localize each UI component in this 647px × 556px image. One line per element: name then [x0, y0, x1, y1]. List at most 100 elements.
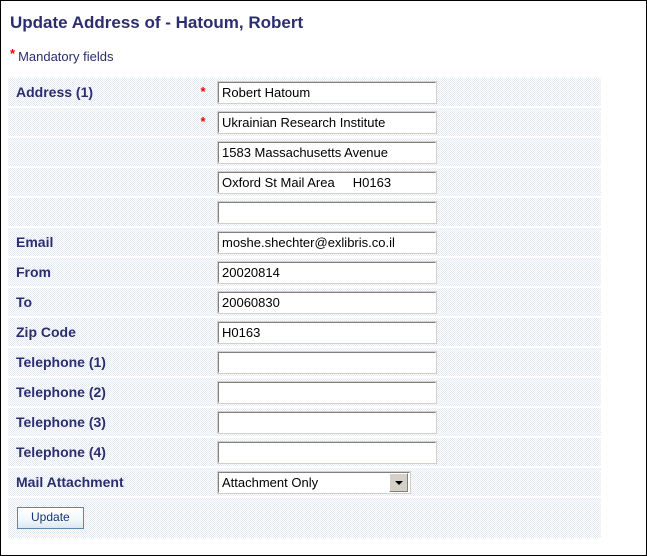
text-input[interactable]: H0163	[217, 320, 437, 344]
form-row: Telephone (3)	[8, 408, 601, 436]
form-row: Telephone (4)	[8, 438, 601, 466]
form-row: Mail Attachment Attachment Only	[8, 468, 601, 496]
row-filler	[436, 258, 601, 286]
required-marker-cell	[192, 288, 214, 316]
row-filler	[436, 78, 601, 106]
row-filler	[436, 228, 601, 256]
text-input[interactable]: moshe.shechter@exlibris.co.il	[217, 230, 437, 254]
field-label: Telephone (3)	[8, 408, 192, 436]
row-filler	[436, 408, 601, 436]
form-row: * Ukrainian Research Institute	[8, 108, 601, 136]
field-control-cell: Oxford St Mail Area H0163	[214, 168, 437, 196]
required-marker-cell	[192, 318, 214, 346]
required-marker-cell	[192, 138, 214, 166]
text-input[interactable]: 1583 Massachusetts Avenue	[217, 140, 437, 164]
field-label: To	[8, 288, 192, 316]
page-frame: Update Address of - Hatoum, Robert * Mand…	[0, 0, 647, 556]
form-row: Email moshe.shechter@exlibris.co.il	[8, 228, 601, 256]
text-input[interactable]	[217, 440, 437, 464]
row-filler	[436, 468, 601, 496]
field-control-cell: Ukrainian Research Institute	[214, 108, 437, 136]
field-control-cell: Robert Hatoum	[214, 78, 437, 106]
field-label: Address (1)	[8, 78, 192, 106]
mail-attachment-select[interactable]: Attachment Only	[217, 470, 411, 494]
required-marker-cell	[192, 408, 214, 436]
update-button[interactable]: Update	[17, 507, 84, 529]
field-control-cell: moshe.shechter@exlibris.co.il	[214, 228, 437, 256]
required-marker-cell	[192, 348, 214, 376]
field-control-cell	[214, 408, 437, 436]
field-label-empty	[8, 138, 192, 166]
required-marker-cell	[192, 228, 214, 256]
form-row: 1583 Massachusetts Avenue	[8, 138, 601, 166]
field-label-empty	[8, 198, 192, 226]
form-row: Zip Code H0163	[8, 318, 601, 346]
mandatory-fields-note: * Mandatory fields	[10, 46, 646, 64]
page-title: Update Address of - Hatoum, Robert	[10, 13, 304, 32]
form-row: Telephone (1)	[8, 348, 601, 376]
row-filler	[436, 198, 601, 226]
field-label: Telephone (4)	[8, 438, 192, 466]
field-control-cell	[214, 198, 437, 226]
field-control-cell	[214, 438, 437, 466]
form-row: To 20060830	[8, 288, 601, 316]
text-input[interactable]: Oxford St Mail Area H0163	[217, 170, 437, 194]
required-marker-cell	[192, 198, 214, 226]
chevron-down-icon[interactable]	[389, 473, 408, 492]
field-control-cell	[214, 378, 437, 406]
field-control-cell	[214, 348, 437, 376]
form-footer-row: Update	[8, 498, 601, 538]
text-input[interactable]	[217, 350, 437, 374]
text-input[interactable]: Robert Hatoum	[217, 80, 437, 104]
form-row: Telephone (2)	[8, 378, 601, 406]
row-filler	[436, 168, 601, 196]
text-input[interactable]: 20020814	[217, 260, 437, 284]
text-input[interactable]: Ukrainian Research Institute	[217, 110, 437, 134]
mandatory-asterisk-icon: *	[10, 46, 16, 61]
form-row: Oxford St Mail Area H0163	[8, 168, 601, 196]
row-filler	[436, 288, 601, 316]
required-marker-cell	[192, 378, 214, 406]
text-input[interactable]	[217, 380, 437, 404]
address-form-table: Address (1) * Robert Hatoum * Ukrainian Rese…	[8, 76, 601, 540]
page-content: Update Address of - Hatoum, Robert * Mand…	[1, 1, 646, 540]
field-label-empty	[8, 108, 192, 136]
required-marker-cell	[192, 438, 214, 466]
field-label: Email	[8, 228, 192, 256]
row-filler	[436, 138, 601, 166]
row-filler	[436, 438, 601, 466]
row-filler	[436, 348, 601, 376]
required-marker-cell	[192, 168, 214, 196]
field-label: Telephone (2)	[8, 378, 192, 406]
required-marker-cell: *	[192, 78, 214, 106]
address-form-body: Address (1) * Robert Hatoum * Ukrainian Rese…	[8, 78, 601, 538]
field-label: From	[8, 258, 192, 286]
text-input[interactable]: 20060830	[217, 290, 437, 314]
required-asterisk-icon: *	[200, 84, 206, 99]
required-marker-cell: *	[192, 108, 214, 136]
required-asterisk-icon: *	[200, 114, 206, 129]
select-selected-value: Attachment Only	[222, 474, 319, 490]
field-label: Zip Code	[8, 318, 192, 346]
row-filler	[436, 378, 601, 406]
row-filler	[436, 108, 601, 136]
row-filler	[436, 318, 601, 346]
field-label: Mail Attachment	[8, 468, 192, 496]
field-label: Telephone (1)	[8, 348, 192, 376]
form-row: From 20020814	[8, 258, 601, 286]
field-control-cell: 20020814	[214, 258, 437, 286]
mandatory-fields-label: Mandatory fields	[18, 49, 114, 64]
field-label-empty	[8, 168, 192, 196]
field-control-cell: 20060830	[214, 288, 437, 316]
form-row	[8, 198, 601, 226]
field-control-cell: 1583 Massachusetts Avenue	[214, 138, 437, 166]
required-marker-cell	[192, 468, 214, 496]
form-footer-cell: Update	[8, 498, 601, 538]
form-row: Address (1) * Robert Hatoum	[8, 78, 601, 106]
field-control-cell: H0163	[214, 318, 437, 346]
field-control-cell: Attachment Only	[214, 468, 436, 496]
required-marker-cell	[192, 258, 214, 286]
text-input[interactable]	[217, 410, 437, 434]
chevron-down-glyph	[394, 480, 403, 485]
text-input[interactable]	[217, 200, 437, 224]
